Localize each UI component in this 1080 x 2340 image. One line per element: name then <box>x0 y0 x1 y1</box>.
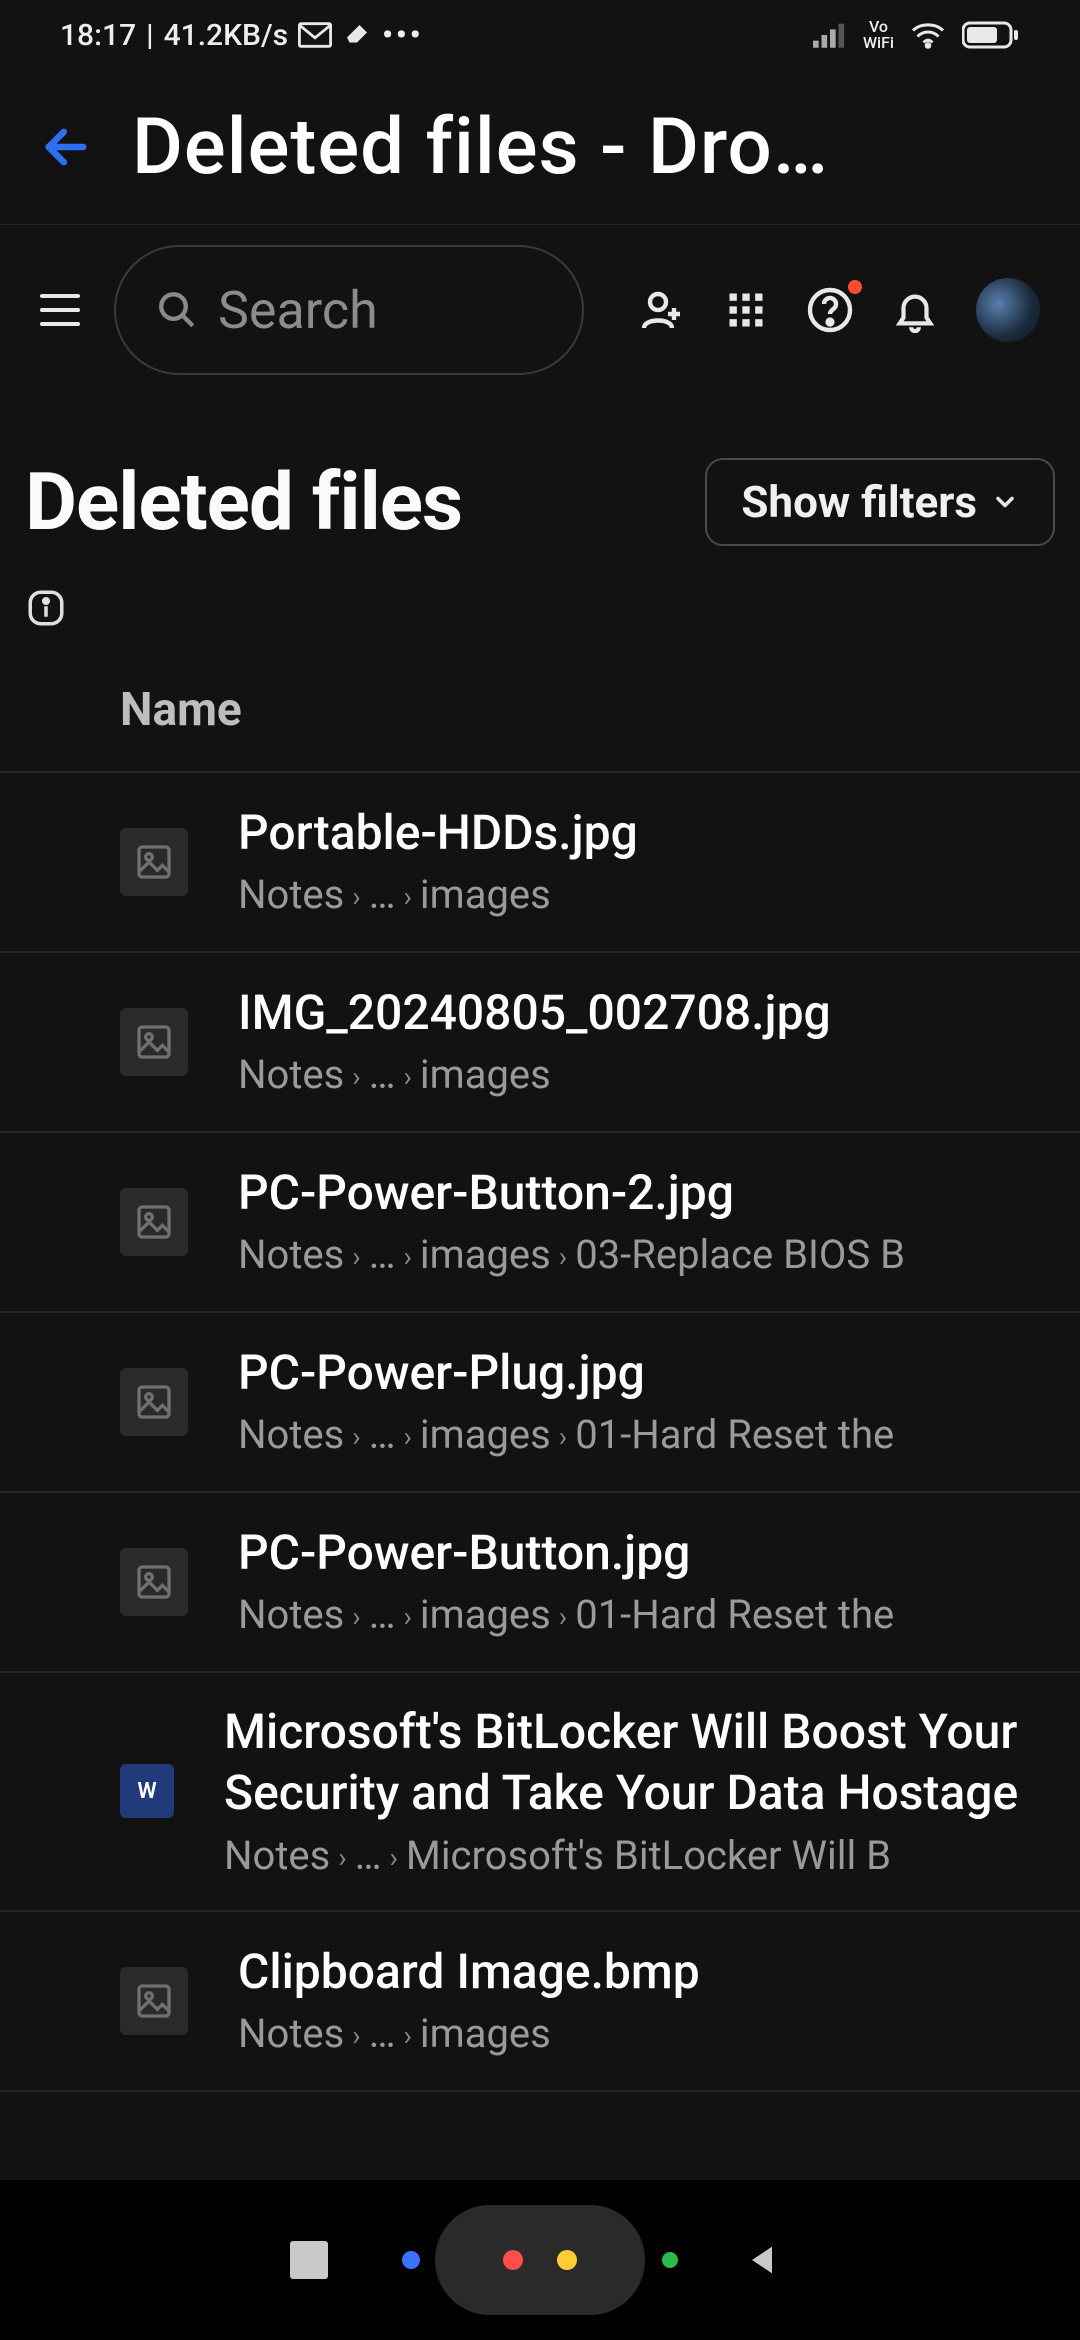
gmail-icon <box>298 22 332 48</box>
vowifi-label: VoWiFi <box>863 19 894 51</box>
battery-icon <box>962 20 1020 50</box>
avatar[interactable] <box>976 278 1040 342</box>
file-name: IMG_20240805_002708.jpg <box>238 983 1080 1043</box>
file-name: Microsoft's BitLocker Will Boost Your Se… <box>224 1701 1080 1824</box>
status-bar: 18:17 | 41.2KB/s ••• VoWiFi <box>0 0 1080 70</box>
status-overflow-icon: ••• <box>382 18 423 53</box>
file-row[interactable]: IMG_20240805_002708.jpg Notes›…›images <box>0 953 1080 1133</box>
file-path: Notes›…›images <box>238 2008 1080 2060</box>
window-title: Deleted files - Dro… <box>92 102 1080 193</box>
file-name: PC-Power-Button-2.jpg <box>238 1163 1080 1223</box>
file-row[interactable]: Clipboard Image.bmp Notes›…›images <box>0 1912 1080 2092</box>
image-thumb-icon <box>120 828 188 896</box>
word-doc-icon: W <box>120 1764 174 1818</box>
file-path: Notes›…›images›01-Hard Reset the <box>238 1409 1080 1461</box>
page-title: Deleted files <box>25 455 665 549</box>
apps-grid-icon[interactable] <box>724 288 768 332</box>
column-header-name[interactable]: Name <box>0 663 1080 771</box>
menu-button[interactable] <box>30 294 90 326</box>
title-bar: Deleted files - Dro… <box>0 70 1080 225</box>
help-icon[interactable] <box>806 286 854 334</box>
file-path: Notes›…›images <box>238 1049 1080 1101</box>
show-filters-button[interactable]: Show filters <box>705 458 1055 546</box>
show-filters-label: Show filters <box>741 476 977 528</box>
notification-dot-icon <box>848 280 862 294</box>
file-path: Notes›…›images <box>238 869 1080 921</box>
bell-icon[interactable] <box>892 287 938 333</box>
file-list: Portable-HDDs.jpg Notes›…›images IMG_202… <box>0 771 1080 2092</box>
file-row[interactable]: PC-Power-Plug.jpg Notes›…›images›01-Hard… <box>0 1313 1080 1493</box>
nav-back-button[interactable] <box>742 2240 782 2280</box>
file-path: Notes›…›images›01-Hard Reset the <box>238 1589 1080 1641</box>
nav-green-dot[interactable] <box>662 2252 678 2268</box>
image-thumb-icon <box>120 1967 188 2035</box>
back-arrow-icon[interactable] <box>40 121 92 173</box>
wifi-icon <box>910 21 946 49</box>
nav-assistant-dot[interactable] <box>402 2251 420 2269</box>
system-nav-bar <box>0 2180 1080 2340</box>
search-placeholder: Search <box>218 280 378 341</box>
eraser-icon <box>342 20 372 50</box>
nav-recents-button[interactable] <box>290 2241 328 2279</box>
file-row[interactable]: Portable-HDDs.jpg Notes›…›images <box>0 773 1080 953</box>
image-thumb-icon <box>120 1368 188 1436</box>
image-thumb-icon <box>120 1188 188 1256</box>
chevron-down-icon <box>991 488 1019 516</box>
status-time: 18:17 <box>60 18 136 53</box>
image-thumb-icon <box>120 1008 188 1076</box>
file-row[interactable]: PC-Power-Button.jpg Notes›…›images›01-Ha… <box>0 1493 1080 1673</box>
file-row[interactable]: W Microsoft's BitLocker Will Boost Your … <box>0 1673 1080 1912</box>
nav-home-button[interactable] <box>435 2205 645 2315</box>
file-path: Notes›…›Microsoft's BitLocker Will B <box>224 1830 1080 1882</box>
file-name: PC-Power-Plug.jpg <box>238 1343 1080 1403</box>
add-user-icon[interactable] <box>638 286 686 334</box>
image-thumb-icon <box>120 1548 188 1616</box>
file-path: Notes›…›images›03-Replace BIOS B <box>238 1229 1080 1281</box>
search-icon <box>156 289 198 331</box>
file-name: Clipboard Image.bmp <box>238 1942 1080 2002</box>
info-icon[interactable] <box>25 587 67 629</box>
file-row[interactable]: PC-Power-Button-2.jpg Notes›…›images›03-… <box>0 1133 1080 1313</box>
status-net-speed: 41.2KB/s <box>164 18 289 53</box>
search-input[interactable]: Search <box>114 245 584 375</box>
file-name: Portable-HDDs.jpg <box>238 803 1080 863</box>
cellular-signal-icon <box>813 22 847 48</box>
file-name: PC-Power-Button.jpg <box>238 1523 1080 1583</box>
toolbar: Search <box>0 225 1080 395</box>
status-sep: | <box>146 18 153 53</box>
